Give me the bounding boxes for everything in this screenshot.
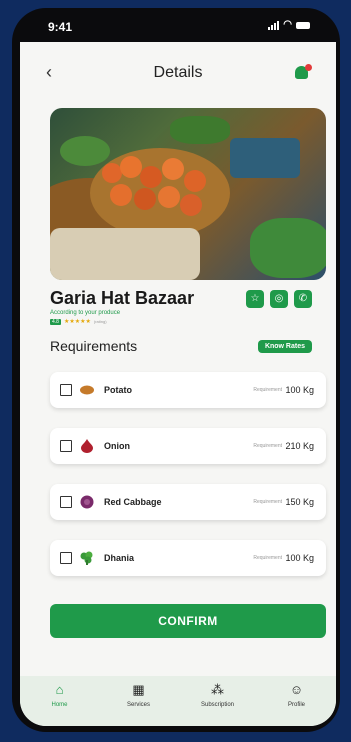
requirement-label: Requirement <box>253 387 282 393</box>
nav-label: Home <box>51 702 68 708</box>
requirement-item-red-cabbage[interactable]: Red Cabbage Requirement 150 Kg <box>50 484 326 520</box>
contact-actions: ☆ ◎ ✆ <box>246 290 312 308</box>
checkbox[interactable] <box>60 496 72 508</box>
nav-label: Services <box>126 702 150 708</box>
checkbox[interactable] <box>60 552 72 564</box>
app-screen: ‹ Details Garia Hat Bazaar According to … <box>20 42 336 726</box>
profile-icon: ☺ <box>289 682 304 697</box>
requirement-value: 210 Kg <box>285 441 314 451</box>
nav-item-home[interactable]: ⌂ Home <box>30 682 90 726</box>
status-time: 9:41 <box>48 20 73 34</box>
market-rating: 4.8 ★★★★★ (rating) <box>50 318 107 325</box>
confirm-button[interactable]: CONFIRM <box>50 604 326 638</box>
rating-value: 4.8 <box>50 318 61 325</box>
status-bar: 9:41 ◠ <box>20 14 336 42</box>
nav-label: Subscription <box>200 702 235 708</box>
requirement-value: 150 Kg <box>285 497 314 507</box>
know-rates-button[interactable]: Know Rates <box>257 340 312 353</box>
nav-item-subscription[interactable]: ⁂ Subscription <box>188 682 248 726</box>
services-icon: ▦ <box>132 682 145 697</box>
item-name: Potato <box>104 385 132 395</box>
market-name: Garia Hat Bazaar <box>50 288 195 308</box>
rating-count: (rating) <box>93 319 107 324</box>
item-name: Dhania <box>104 553 135 563</box>
favorite-icon[interactable]: ☆ <box>246 290 264 308</box>
requirement-item-potato[interactable]: Potato Requirement 100 Kg <box>50 372 326 408</box>
wifi-icon: ◠ <box>283 19 292 30</box>
nav-item-services[interactable]: ▦ Services <box>109 682 169 726</box>
whatsapp-icon[interactable]: ◎ <box>270 290 288 308</box>
requirement-label: Requirement <box>253 499 282 505</box>
requirements-title: Requirements <box>50 338 138 354</box>
bell-icon[interactable] <box>294 64 312 82</box>
checkbox[interactable] <box>60 440 72 452</box>
battery-icon <box>296 21 310 29</box>
nav-item-profile[interactable]: ☺ Profile <box>267 682 327 726</box>
status-icons: ◠ <box>268 20 310 30</box>
star-icon: ★★★★★ <box>63 319 91 325</box>
header: ‹ Details <box>20 60 336 90</box>
requirement-label: Requirement <box>253 555 282 561</box>
red-cabbage-icon <box>80 495 94 509</box>
requirement-value: 100 Kg <box>285 553 314 563</box>
bottom-nav: ⌂ Home ▦ Services ⁂ Subscription ☺ Profi… <box>20 676 336 726</box>
dhania-icon <box>80 551 94 565</box>
phone-icon[interactable]: ✆ <box>294 290 312 308</box>
home-icon: ⌂ <box>55 682 64 697</box>
item-name: Red Cabbage <box>104 497 162 507</box>
signal-icon <box>268 20 280 30</box>
requirement-item-onion[interactable]: Onion Requirement 210 Kg <box>50 428 326 464</box>
nav-label: Profile <box>287 702 305 708</box>
market-tagline: According to your produce <box>50 310 121 316</box>
requirement-label: Requirement <box>253 443 282 449</box>
requirement-value: 100 Kg <box>285 385 314 395</box>
item-name: Onion <box>104 441 130 451</box>
checkbox[interactable] <box>60 384 72 396</box>
potato-icon <box>80 383 94 397</box>
onion-icon <box>80 439 94 453</box>
subscription-icon: ⁂ <box>211 682 224 697</box>
page-title: Details <box>153 64 203 81</box>
requirement-item-dhania[interactable]: Dhania Requirement 100 Kg <box>50 540 326 576</box>
market-photo <box>50 108 326 280</box>
